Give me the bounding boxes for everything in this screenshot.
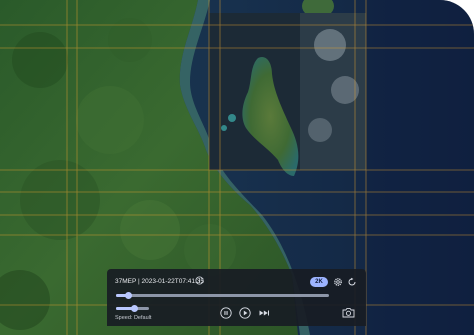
inset-imagery [209,13,366,176]
speed-slider[interactable] [116,305,149,312]
deep-ocean [366,0,474,335]
fast-forward-icon[interactable] [258,307,270,319]
refresh-icon[interactable] [347,277,357,287]
timeline-slider[interactable] [116,292,329,299]
play-icon[interactable] [239,307,251,319]
scene-meta-label: 37MEP | 2023-01-22T07:41:35 [115,278,205,285]
info-icon[interactable] [195,276,204,285]
resolution-badge[interactable]: 2K [310,277,328,287]
camera-icon[interactable] [342,307,355,318]
speed-handle[interactable] [130,305,138,312]
gear-icon[interactable] [333,277,343,287]
speed-label: Speed: Default [115,315,152,321]
timeline-handle[interactable] [125,292,133,299]
playback-panel: 37MEP | 2023-01-22T07:41:35 2K Speed: De… [107,269,366,326]
stop-icon[interactable] [220,307,232,319]
